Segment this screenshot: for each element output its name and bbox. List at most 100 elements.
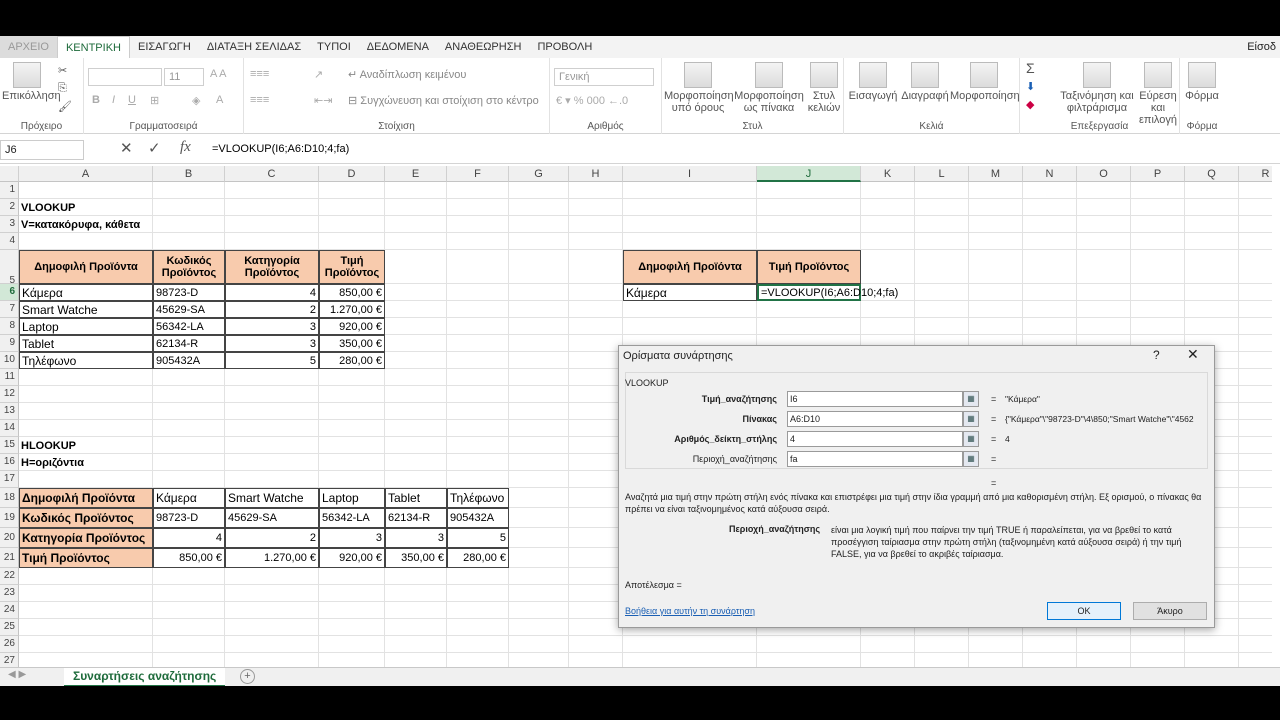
- tab-formulas[interactable]: ΤΥΠΟΙ: [309, 36, 359, 58]
- table-header[interactable]: Κωδικός Προϊόντος: [153, 250, 225, 284]
- table-cell[interactable]: Laptop: [19, 318, 153, 335]
- select-all-corner[interactable]: [0, 166, 19, 182]
- table-cell[interactable]: 4: [225, 284, 319, 301]
- row-header[interactable]: 3: [0, 216, 19, 233]
- row-header[interactable]: 14: [0, 420, 19, 437]
- find-select-button[interactable]: Εύρεση και επιλογή: [1136, 62, 1180, 126]
- row-header[interactable]: 9: [0, 335, 19, 352]
- row-header[interactable]: 15: [0, 437, 19, 454]
- row-header[interactable]: 26: [0, 636, 19, 653]
- table-cell[interactable]: 3: [385, 528, 447, 548]
- add-sheet-icon[interactable]: +: [240, 669, 255, 684]
- table-cell[interactable]: 350,00 €: [319, 335, 385, 352]
- range-selector-icon[interactable]: ▦: [963, 411, 979, 427]
- row-header[interactable]: 25: [0, 619, 19, 636]
- table-cell[interactable]: 45629-SA: [153, 301, 225, 318]
- sheet-title[interactable]: VLOOKUP: [19, 199, 319, 216]
- table-cell[interactable]: Laptop: [319, 488, 385, 508]
- wrap-text-button[interactable]: ↵ Αναδίπλωση κειμένου: [348, 68, 466, 81]
- table-cell[interactable]: 920,00 €: [319, 548, 385, 568]
- bold-button[interactable]: B: [92, 94, 100, 106]
- table-header[interactable]: Τιμή Προϊόντος: [319, 250, 385, 284]
- table-cell[interactable]: 280,00 €: [447, 548, 509, 568]
- delete-cells-button[interactable]: Διαγραφή: [900, 62, 950, 102]
- table-cell[interactable]: 45629-SA: [225, 508, 319, 528]
- tab-file[interactable]: ΑΡΧΕΙΟ: [0, 36, 57, 58]
- column-header-d[interactable]: D: [319, 166, 385, 182]
- table-cell[interactable]: 3: [225, 335, 319, 352]
- row-header[interactable]: 6: [0, 284, 19, 301]
- orientation-icon[interactable]: ↗: [314, 68, 323, 81]
- row-header-cell[interactable]: Κατηγορία Προϊόντος: [19, 528, 153, 548]
- column-header-n[interactable]: N: [1023, 166, 1077, 182]
- column-header-c[interactable]: C: [225, 166, 319, 182]
- tab-home[interactable]: ΚΕΝΤΡΙΚΗ: [56, 36, 130, 58]
- table-cell[interactable]: 56342-LA: [319, 508, 385, 528]
- cell-styles-button[interactable]: Στυλ κελιών: [806, 62, 842, 114]
- row-header[interactable]: 19: [0, 508, 19, 528]
- row-header-cell[interactable]: Τιμή Προϊόντος: [19, 548, 153, 568]
- name-box[interactable]: J6: [0, 140, 84, 160]
- formula-input[interactable]: =VLOOKUP(I6;A6:D10;4;fa): [212, 143, 349, 155]
- table-cell[interactable]: 3: [319, 528, 385, 548]
- arg-input-range-lookup[interactable]: fa: [787, 451, 963, 467]
- table-cell[interactable]: 1.270,00 €: [319, 301, 385, 318]
- autosum-icon[interactable]: Σ: [1026, 60, 1035, 76]
- help-icon[interactable]: ?: [1153, 348, 1160, 362]
- row-header-cell[interactable]: Κωδικός Προϊόντος: [19, 508, 153, 528]
- row-header[interactable]: 12: [0, 386, 19, 403]
- table-cell[interactable]: 850,00 €: [153, 548, 225, 568]
- borders-icon[interactable]: ⊞: [150, 94, 159, 107]
- sign-in-link[interactable]: Είσοδ: [1247, 36, 1276, 58]
- table-cell[interactable]: 1.270,00 €: [225, 548, 319, 568]
- column-header-f[interactable]: F: [447, 166, 509, 182]
- row-header[interactable]: 11: [0, 369, 19, 386]
- column-header-q[interactable]: Q: [1185, 166, 1239, 182]
- fill-icon[interactable]: ⬇: [1026, 80, 1035, 93]
- table-cell[interactable]: Τηλέφωνο: [447, 488, 509, 508]
- table-cell[interactable]: 56342-LA: [153, 318, 225, 335]
- table-cell[interactable]: Smart Watche: [225, 488, 319, 508]
- table-cell[interactable]: Smart Watche: [19, 301, 153, 318]
- row-header[interactable]: 18: [0, 488, 19, 508]
- column-header-r[interactable]: R: [1239, 166, 1272, 182]
- table-cell[interactable]: 905432A: [153, 352, 225, 369]
- table-cell[interactable]: 3: [225, 318, 319, 335]
- tab-view[interactable]: ΠΡΟΒΟΛΗ: [529, 36, 600, 58]
- table-cell[interactable]: Τηλέφωνο: [19, 352, 153, 369]
- cut-icon[interactable]: ✂: [58, 64, 67, 77]
- font-size-dropdown[interactable]: 11: [164, 68, 204, 86]
- column-header-o[interactable]: O: [1077, 166, 1131, 182]
- format-painter-icon[interactable]: 🖌: [58, 100, 72, 113]
- font-grow-icon[interactable]: A A: [210, 68, 227, 80]
- table-cell[interactable]: 350,00 €: [385, 548, 447, 568]
- hlookup-description[interactable]: H=οριζόντια: [19, 454, 319, 471]
- form-button[interactable]: Φόρμα: [1182, 62, 1222, 102]
- lookup-header[interactable]: Τιμή Προϊόντος: [757, 250, 861, 284]
- table-cell[interactable]: 905432A: [447, 508, 509, 528]
- fill-color-icon[interactable]: ◈: [192, 94, 200, 107]
- row-header[interactable]: 21: [0, 548, 19, 568]
- indent-icon[interactable]: ⇤⇥: [314, 94, 332, 107]
- number-format-dropdown[interactable]: Γενική: [554, 68, 654, 86]
- merge-center-button[interactable]: ⊟ Συγχώνευση και στοίχιση στο κέντρο: [348, 94, 539, 107]
- row-header[interactable]: 7: [0, 301, 19, 318]
- close-icon[interactable]: ✕: [1187, 346, 1199, 363]
- underline-button[interactable]: U: [128, 94, 136, 106]
- table-cell[interactable]: 62134-R: [385, 508, 447, 528]
- format-cells-button[interactable]: Μορφοποίηση: [950, 62, 1020, 102]
- range-selector-icon[interactable]: ▦: [963, 451, 979, 467]
- range-selector-icon[interactable]: ▦: [963, 391, 979, 407]
- row-header[interactable]: 16: [0, 454, 19, 471]
- table-cell[interactable]: 4: [153, 528, 225, 548]
- row-header[interactable]: 5: [0, 250, 19, 286]
- align-top-icon[interactable]: ≡≡≡: [250, 68, 269, 80]
- row-header[interactable]: 20: [0, 528, 19, 548]
- range-selector-icon[interactable]: ▦: [963, 431, 979, 447]
- table-cell[interactable]: 920,00 €: [319, 318, 385, 335]
- ok-button[interactable]: OK: [1047, 602, 1121, 620]
- sheet-nav-icon[interactable]: ◀ ▶: [8, 669, 26, 680]
- table-header[interactable]: Δημοφιλή Προϊόντα: [19, 250, 153, 284]
- enter-icon[interactable]: ✓: [148, 139, 161, 157]
- insert-function-icon[interactable]: fx: [180, 139, 191, 156]
